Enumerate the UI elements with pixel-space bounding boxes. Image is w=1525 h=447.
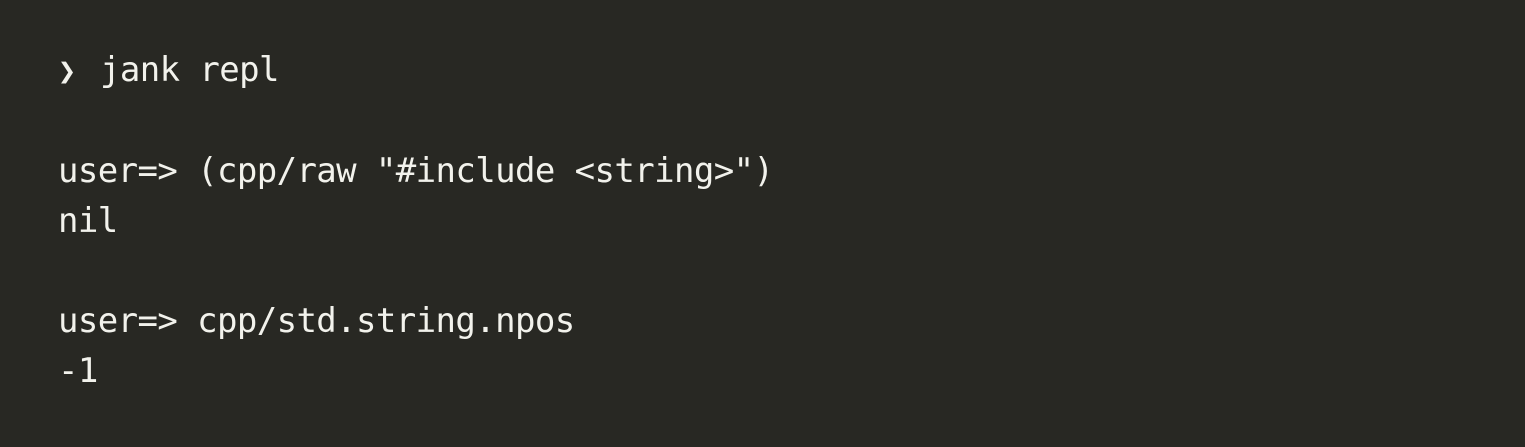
repl-prompt: user=> xyxy=(58,301,178,341)
repl-output-line: -1 xyxy=(58,346,98,396)
shell-command-line: ❯ jank repl xyxy=(58,45,279,95)
repl-prompt: user=> xyxy=(58,151,178,191)
repl-output-line: nil xyxy=(58,196,118,246)
repl-output: nil xyxy=(58,201,118,241)
repl-input: cpp/std.string.npos xyxy=(197,301,575,341)
repl-input-line: user=> (cpp/raw "#include <string>") xyxy=(58,146,774,196)
repl-input-line: user=> cpp/std.string.npos xyxy=(58,296,575,346)
repl-output: -1 xyxy=(58,351,98,391)
shell-command: jank repl xyxy=(100,50,279,90)
shell-prompt-symbol: ❯ xyxy=(58,54,76,89)
repl-input: (cpp/raw "#include <string>") xyxy=(197,151,774,191)
terminal-window[interactable]: ❯ jank repl user=> (cpp/raw "#include <st… xyxy=(0,0,1525,447)
